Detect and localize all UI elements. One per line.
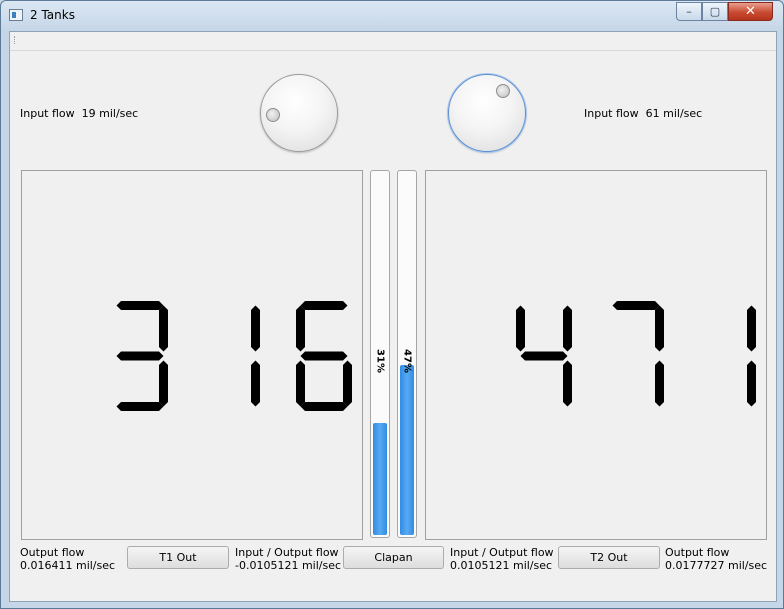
tank2-lcd-segment (747, 305, 756, 352)
tank2-lcd-segment (516, 305, 525, 352)
maximize-button[interactable]: ▢ (702, 2, 728, 21)
tank1-input-flow: Input flow 19 mil/sec (20, 107, 138, 120)
tank2-output-flow-value: 0.0177727 mil/sec (665, 559, 768, 572)
tank1-output-flow-value: 0.016411 mil/sec (20, 559, 116, 572)
tank2-lcd-digit (612, 301, 664, 407)
tank1-lcd-display (22, 171, 362, 539)
tank1-io-flow-value: -0.0105121 mil/sec (235, 559, 342, 572)
tank2-level-fill (400, 365, 414, 535)
tank1-input-flow-value: 19 mil/sec (81, 107, 139, 120)
clapan-button[interactable]: Clapan (343, 546, 444, 569)
dial-notch-icon (266, 108, 280, 122)
tank2-lcd-digit (747, 305, 756, 407)
tank1-lcd-segment (116, 351, 164, 361)
tank2-io-flow-label: Input / Output flow (450, 546, 554, 559)
app-window: 2 Tanks – ▢ ✕ Input flow 19 mil/sec Inpu… (0, 0, 784, 609)
t2-out-button[interactable]: T2 Out (558, 546, 660, 569)
tank1-lcd-digits (116, 301, 352, 411)
tank2-io-flow-value: 0.0105121 mil/sec (450, 559, 553, 572)
tank1-input-dial[interactable] (260, 74, 338, 152)
title-bar[interactable]: 2 Tanks – ▢ ✕ (1, 1, 783, 31)
tank2-lcd-segment (747, 360, 756, 407)
close-button[interactable]: ✕ (728, 2, 773, 21)
tank1-lcd-segment (159, 360, 168, 407)
window-title: 2 Tanks (30, 8, 75, 22)
tank2-lcd-digit (516, 305, 572, 407)
tank1-lcd-segment (300, 301, 348, 310)
toolbar (10, 32, 776, 51)
tank1-lcd-digit (116, 301, 168, 411)
tank1-output-flow: Output flow 0.016411 mil/sec (20, 546, 115, 572)
tank2-lcd-segment (563, 360, 572, 407)
tank1-io-flow: Input / Output flow -0.0105121 mil/sec (235, 546, 341, 572)
minimize-button[interactable]: – (676, 2, 702, 21)
tank1-lcd-segment (159, 305, 168, 352)
tank2-lcd-display (426, 171, 766, 539)
tank1-output-flow-label: Output flow (20, 546, 85, 559)
toolbar-grip-icon[interactable] (14, 36, 18, 44)
tank1-panel (21, 170, 363, 540)
tank2-input-dial[interactable] (448, 74, 526, 152)
tank2-lcd-segment (655, 305, 664, 352)
tank2-input-flow-label: Input flow (584, 107, 639, 120)
tank2-panel (425, 170, 767, 540)
tank2-input-flow-value: 61 mil/sec (645, 107, 703, 120)
dial-notch-icon (496, 84, 510, 98)
tank1-lcd-segment (296, 305, 305, 352)
tank2-level-percent: 47% (401, 349, 413, 373)
client-area: Input flow 19 mil/sec Input flow 61 mil/… (9, 31, 777, 602)
tank1-lcd-segment (116, 301, 164, 310)
tank2-output-flow-label: Output flow (665, 546, 730, 559)
tank1-lcd-segment (251, 305, 260, 352)
tank2-lcd-segment (520, 351, 568, 361)
tank1-lcd-segment (251, 360, 260, 407)
tank2-output-flow: Output flow 0.0177727 mil/sec (665, 546, 767, 572)
tank1-lcd-segment (296, 360, 305, 407)
tank1-lcd-segment (300, 402, 348, 411)
tank1-level-percent: 31% (374, 349, 386, 373)
tank1-lcd-digit (296, 301, 352, 411)
tank2-lcd-segment (563, 305, 572, 352)
tank1-io-flow-label: Input / Output flow (235, 546, 339, 559)
tank1-lcd-digit (251, 305, 260, 407)
t1-out-button[interactable]: T1 Out (127, 546, 229, 569)
tank1-lcd-segment (300, 351, 348, 361)
tank2-lcd-digits (516, 301, 756, 407)
tank2-level-bar: 47% (397, 170, 417, 538)
tank2-lcd-segment (655, 360, 664, 407)
tank1-lcd-segment (116, 402, 164, 411)
tank1-lcd-segment (343, 360, 352, 407)
tank1-input-flow-label: Input flow (20, 107, 75, 120)
tank1-level-fill (373, 423, 387, 535)
tank2-lcd-segment (612, 301, 660, 310)
tank2-input-flow: Input flow 61 mil/sec (584, 107, 702, 120)
app-icon[interactable] (9, 9, 23, 21)
tank2-io-flow: Input / Output flow 0.0105121 mil/sec (450, 546, 554, 572)
tank1-level-bar: 31% (370, 170, 390, 538)
